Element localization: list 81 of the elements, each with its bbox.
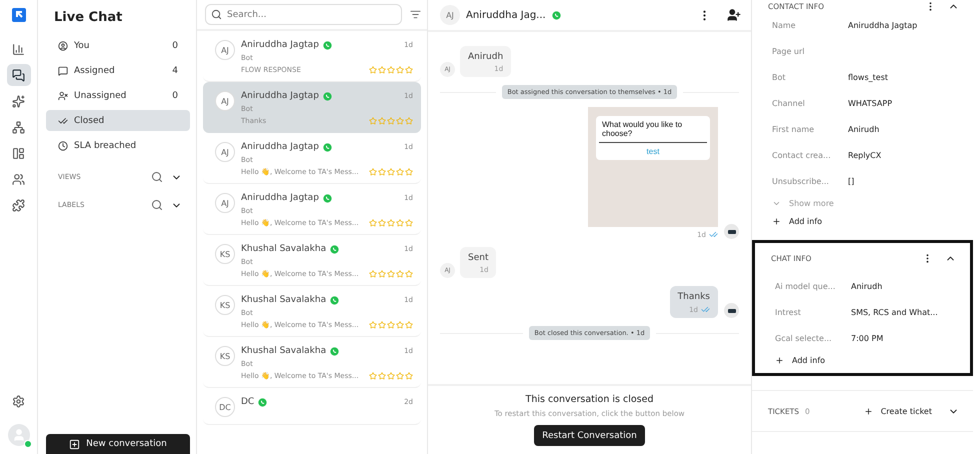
inbox-filter-item[interactable]: SLA breached [46, 135, 190, 156]
contact-name: Aniruddha Jagtap [241, 193, 319, 203]
bot-avatar [724, 224, 739, 239]
field-value: Anirudh [848, 124, 880, 134]
nav-rail-icon[interactable] [6, 64, 30, 86]
whatsapp-icon [322, 40, 332, 50]
contact-name: Aniruddha Jagtap [241, 40, 319, 50]
new-conversation-button[interactable]: New conversation [46, 434, 190, 454]
logo-icon[interactable] [12, 8, 26, 22]
search-field[interactable]: Search... [205, 4, 402, 25]
contact-name: DC [241, 397, 254, 407]
plus-icon [864, 406, 873, 416]
plus-icon [69, 438, 80, 450]
filter-item-icon [58, 90, 68, 100]
search-icon[interactable] [151, 171, 163, 183]
search-icon[interactable] [151, 199, 163, 211]
field-label: Intrest [775, 308, 802, 316]
closed-title: This conversation is closed [526, 394, 654, 405]
template-question: What would you like to choose? [599, 120, 707, 143]
field-value: flows_test [848, 72, 890, 82]
restart-button[interactable]: Restart Conversation [534, 425, 645, 446]
avatar: KS [215, 346, 235, 366]
field-label: First name [772, 124, 816, 134]
contact-name: Khushal Savalakha [241, 244, 326, 254]
filter-item-icon [58, 140, 68, 150]
inbox-filter-item[interactable]: Unassigned 0 [46, 85, 190, 106]
field-value: SMS, RCS and What... [851, 308, 939, 316]
field-label: Page url [772, 46, 806, 56]
page-title: Live Chat [54, 10, 124, 25]
field-value: [] [848, 176, 856, 186]
field-value: WHATSAPP [848, 98, 894, 108]
contact-name: Aniruddha Jagtap [241, 142, 319, 152]
bot-avatar [724, 303, 739, 318]
avatar: AJ [215, 40, 235, 60]
filter-item-icon [58, 40, 68, 50]
contact-name: Khushal Savalakha [241, 346, 326, 356]
avatar: AJ [440, 5, 460, 25]
field-value: ReplyCX [848, 150, 882, 160]
field-value: Aniruddha Jagtap [848, 20, 918, 30]
field-label: Channel [772, 98, 806, 108]
add-info-link[interactable]: Add info [768, 212, 959, 230]
create-ticket-link[interactable]: Create ticket [860, 402, 932, 420]
avatar: DC [215, 397, 235, 417]
whatsapp-icon [322, 194, 332, 202]
plus-icon [772, 216, 781, 226]
field-label: Unsubscribe... [772, 176, 830, 186]
plus-icon [775, 356, 784, 364]
field-value: 7:00 PM [851, 334, 884, 342]
inbox-filter-item[interactable]: Assigned 4 [46, 60, 190, 81]
read-ticks-icon [709, 230, 718, 239]
filter-item-icon [58, 66, 68, 76]
inbox-filter-item[interactable]: You 0 [46, 35, 190, 56]
avatar: AJ [215, 193, 235, 213]
search-icon [211, 9, 222, 20]
person-icon [12, 428, 26, 442]
filter-icon[interactable] [410, 9, 421, 20]
filter-item-icon [58, 116, 68, 126]
avatar: AJ [215, 91, 235, 111]
whatsapp-icon [552, 10, 561, 20]
read-ticks-icon [701, 305, 710, 314]
field-value: Anirudh [851, 282, 884, 290]
field-label: Gcal selecte... [775, 334, 833, 342]
whatsapp-icon [330, 296, 340, 304]
whatsapp-icon [322, 142, 332, 152]
whatsapp-icon [330, 346, 340, 356]
avatar: KS [215, 244, 235, 264]
field-label: Contact crea... [772, 150, 832, 160]
add-info-link[interactable]: Add info [771, 351, 956, 369]
field-label: Name [772, 20, 797, 30]
contact-name: Aniruddha Jag... [466, 10, 546, 20]
contact-name: Khushal Savalakha [241, 295, 326, 305]
field-label: Bot [772, 72, 787, 82]
field-label: Ai model que... [775, 282, 836, 290]
assign-user-icon[interactable] [727, 8, 741, 22]
avatar: KS [215, 295, 235, 315]
avatar: AJ [215, 142, 235, 162]
inbox-filter-item[interactable]: Closed [46, 110, 190, 131]
whatsapp-icon [258, 398, 268, 406]
whatsapp-icon [322, 92, 332, 100]
contact-name: Aniruddha Jagtap [241, 91, 319, 101]
whatsapp-icon [330, 244, 340, 254]
